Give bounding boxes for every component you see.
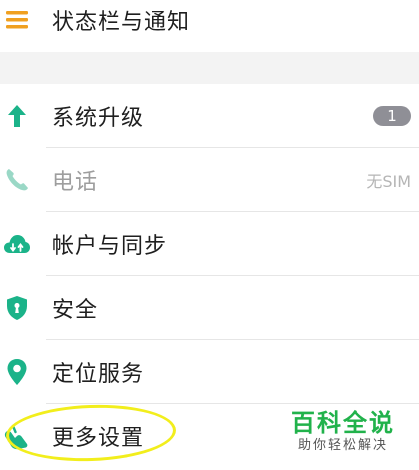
menu-lines-icon (2, 5, 32, 35)
sim-status-text: 无SIM (366, 172, 411, 191)
settings-item-label: 系统升级 (52, 106, 145, 131)
settings-item-label: 帐户与同步 (52, 234, 168, 259)
cloud-sync-icon (2, 229, 32, 259)
settings-item-location[interactable]: 定位服务 (0, 340, 419, 404)
settings-item-label: 状态栏与通知 (52, 10, 191, 35)
section-divider (0, 52, 419, 84)
location-pin-icon (2, 357, 32, 387)
shield-icon (2, 293, 32, 323)
phone-icon (2, 165, 32, 195)
settings-item-label: 电话 (52, 170, 99, 195)
settings-screen: 状态栏与通知 系统升级 1 电话 无SIM 帐户与同步 安全 定位服务 更多设置… (0, 0, 419, 470)
arrow-up-icon (2, 101, 32, 131)
settings-item-account-sync[interactable]: 帐户与同步 (0, 212, 419, 276)
settings-item-system-update[interactable]: 系统升级 1 (0, 84, 419, 148)
update-count-badge: 1 (373, 106, 411, 126)
watermark-subtitle: 助你轻松解决 (297, 438, 388, 453)
settings-item-label: 安全 (52, 298, 99, 323)
watermark-logo: 百科全说 助你轻松解决 (283, 408, 403, 454)
settings-item-label: 定位服务 (52, 362, 145, 387)
settings-item-security[interactable]: 安全 (0, 276, 419, 340)
settings-item-status-bar-notifications[interactable]: 状态栏与通知 (0, 0, 419, 52)
watermark-title: 百科全说 (291, 409, 395, 437)
settings-item-phone[interactable]: 电话 无SIM (0, 148, 419, 212)
